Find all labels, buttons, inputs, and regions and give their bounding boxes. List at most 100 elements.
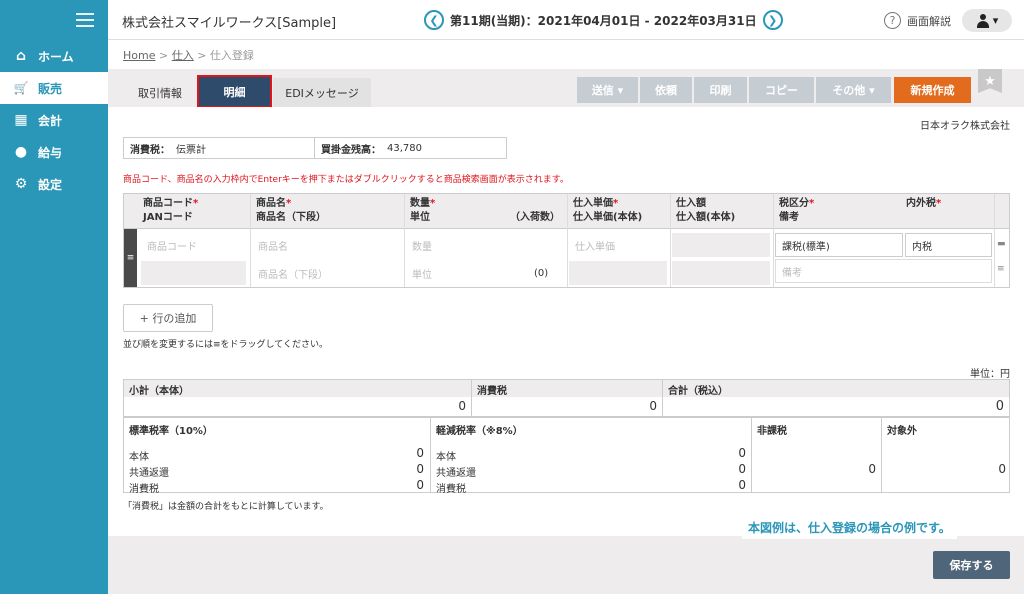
sidebar-item-label: 会計 (38, 113, 63, 128)
header-price-body: 仕入単価(本体) (573, 212, 643, 223)
red-rebate-value: 0 (738, 462, 746, 476)
quantity-input[interactable]: 数量 (406, 233, 563, 257)
sidebar-item-label: ホーム (38, 49, 74, 64)
tab-edi-message[interactable]: EDIメッセージ (273, 78, 371, 107)
next-period-icon[interactable]: ❯ (762, 10, 783, 30)
red-body-value: 0 (738, 446, 746, 460)
sidebar-item-home[interactable]: ⌂ ホーム (0, 40, 108, 72)
fiscal-period: ❮ 第11期(当期)：2021年04月01日 - 2022年03月31日 ❯ (424, 10, 783, 30)
incl-excl-select[interactable]: 内税 (905, 233, 992, 257)
std-rate-label: 標準税率（10%） (129, 426, 213, 437)
breadcrumb-sep: > (158, 49, 169, 62)
total-label: 合計（税込） (663, 380, 1009, 397)
product-code-input[interactable]: 商品コード (141, 233, 246, 257)
calculator-icon: ▦ (14, 112, 28, 128)
info-table: 消費税： 伝票計 買掛金残高： 43,780 (123, 137, 507, 159)
hamburger-menu-icon[interactable] (76, 13, 94, 27)
std-tax-value: 0 (416, 478, 424, 492)
breadcrumb-home[interactable]: Home (123, 49, 155, 62)
unit-label: 単位：円 (970, 369, 1010, 380)
sidebar-item-label: 設定 (38, 177, 63, 192)
breadcrumb-current: 仕入登録 (209, 49, 254, 62)
example-caption: 本図例は、仕入登録の場合の例です。 (742, 516, 957, 539)
tax-total-label: 消費税 (472, 380, 662, 397)
red-tax-label: 消費税 (436, 484, 466, 495)
chevron-down-icon: ▾ (992, 14, 999, 27)
header-per-box: （入荷数） (510, 212, 560, 223)
red-tax-value: 0 (738, 478, 746, 492)
unit-input[interactable]: 単位 (406, 261, 526, 285)
row-menu-icon[interactable]: ≡ (997, 264, 1005, 274)
product-name-lower-input[interactable]: 商品名（下段） (252, 261, 400, 285)
company-name: 株式会社スマイルワークス[Sample] (122, 16, 337, 31)
red-body-label: 本体 (436, 452, 456, 463)
save-button[interactable]: 保存する (933, 551, 1010, 579)
tax-label: 消費税： (130, 144, 170, 156)
tab-transaction-info[interactable]: 取引情報 (123, 78, 197, 107)
help-button[interactable]: ? 画面解説 (884, 12, 951, 29)
prev-period-icon[interactable]: ❮ (424, 10, 444, 30)
home-icon: ⌂ (15, 48, 27, 64)
footer-area (108, 536, 1024, 594)
required-mark: * (613, 198, 619, 209)
unit-price-body-field (569, 261, 667, 285)
request-button[interactable]: 依頼 (640, 77, 692, 103)
sidebar-item-payroll[interactable]: ● 給与 (0, 136, 108, 168)
row-delete-icon[interactable]: ▬ (997, 239, 1006, 249)
header-name: 商品名 (256, 198, 286, 209)
header-tax-class: 税区分 (779, 198, 809, 209)
form-panel: 取引情報 明細 EDIメッセージ 送信 ▾ 依頼 印刷 コピー その他 ▾ 新規… (108, 69, 1024, 536)
breadcrumb-sep: > (197, 49, 207, 62)
tax-total-value: 0 (649, 399, 657, 413)
unit-price-input[interactable]: 仕入単価 (569, 233, 667, 257)
help-label: 画面解説 (907, 14, 951, 28)
sidebar-item-label: 販売 (38, 81, 63, 96)
bookmark-star-icon[interactable]: ★ (978, 69, 1002, 93)
user-icon (976, 13, 990, 28)
cart-icon: 🛒 (13, 81, 29, 95)
breadcrumb-purchase[interactable]: 仕入 (172, 49, 194, 62)
header-jan: JANコード (143, 212, 193, 223)
main: Home > 仕入 > 仕入登録 取引情報 明細 EDIメッセージ 送信 ▾ 依… (108, 41, 1024, 594)
send-button[interactable]: 送信 ▾ (577, 77, 638, 103)
per-box-value: (0) (534, 267, 549, 279)
help-icon: ? (884, 12, 901, 29)
required-mark: * (936, 198, 942, 209)
required-mark: * (193, 198, 199, 209)
tax-class-select[interactable]: 課税(標準) (775, 233, 903, 257)
subtotal-label: 小計（本体） (124, 380, 471, 397)
header-qty: 数量 (410, 198, 430, 209)
red-rebate-label: 共通返還 (436, 468, 476, 479)
reduced-rate-label: 軽減税率（※8%） (436, 426, 523, 437)
other-button[interactable]: その他 ▾ (816, 77, 891, 103)
required-mark: * (430, 198, 436, 209)
sidebar-item-label: 給与 (38, 145, 63, 160)
sidebar-item-sales[interactable]: 🛒 販売 (0, 72, 108, 104)
std-tax-label: 消費税 (129, 484, 159, 495)
sidebar: ⌂ ホーム 🛒 販売 ▦ 会計 ● 給与 ⚙ 設定 (0, 0, 108, 594)
header-unit: 単位 (410, 212, 430, 223)
new-button[interactable]: 新規作成 (894, 77, 971, 103)
nontax-label: 非課税 (757, 426, 787, 437)
header-code: 商品コード (143, 198, 193, 209)
copy-button[interactable]: コピー (749, 77, 814, 103)
header-amount: 仕入額 (676, 198, 706, 209)
remark-input[interactable]: 備考 (775, 259, 992, 283)
header: 株式会社スマイルワークス[Sample] ❮ 第11期(当期)：2021年04月… (108, 0, 1024, 40)
required-mark: * (286, 198, 292, 209)
std-body-label: 本体 (129, 452, 149, 463)
user-menu-button[interactable]: ▾ (962, 9, 1012, 32)
header-price: 仕入単価 (573, 198, 613, 209)
add-row-button[interactable]: + 行の追加 (123, 304, 213, 332)
sidebar-item-accounting[interactable]: ▦ 会計 (0, 104, 108, 136)
supplier-name: 日本オラク株式会社 (920, 121, 1010, 132)
product-name-input[interactable]: 商品名 (252, 233, 400, 257)
exempt-label: 対象外 (887, 426, 917, 437)
std-rebate-value: 0 (416, 462, 424, 476)
money-bag-icon: ● (14, 144, 28, 160)
sidebar-item-settings[interactable]: ⚙ 設定 (0, 168, 108, 200)
print-button[interactable]: 印刷 (694, 77, 747, 103)
tab-details[interactable]: 明細 (197, 75, 272, 108)
detail-grid: 商品コード* JANコード 商品名* 商品名（下段） 数量* 単位 （入荷数） … (123, 193, 1010, 288)
drag-handle-icon[interactable]: ≡ (124, 229, 137, 287)
